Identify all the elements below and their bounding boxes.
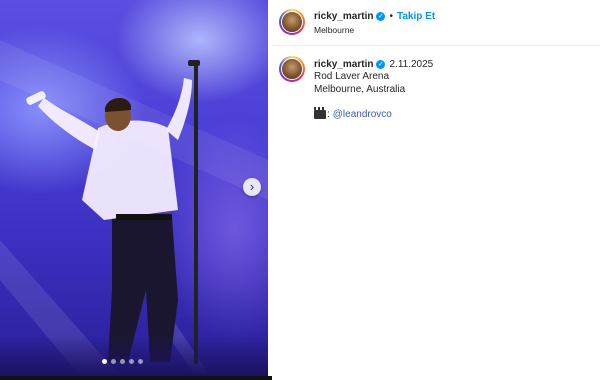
header-name-row: ricky_martin ✓ • Takip Et: [314, 11, 435, 22]
caption-header: ricky_martin ✓ 2.11.2025: [314, 59, 594, 70]
avatar[interactable]: [279, 9, 305, 35]
performer-illustration: [0, 40, 268, 376]
carousel-dot[interactable]: [129, 359, 134, 364]
location-link[interactable]: Melbourne: [314, 25, 354, 35]
avatar-image: [281, 58, 303, 80]
caption-body: ricky_martin ✓ 2.11.2025 Rod Laver Arena…: [314, 59, 594, 120]
carousel-dots: [102, 359, 143, 364]
caption-avatar[interactable]: [279, 56, 305, 82]
chevron-right-icon: ›: [249, 179, 255, 194]
post-header: ricky_martin ✓ • Takip Et Melbourne: [272, 0, 600, 46]
post-side-panel: ricky_martin ✓ • Takip Et Melbourne rick…: [272, 0, 600, 380]
mention-link[interactable]: @leandrovco: [333, 109, 392, 120]
photo-bottom-edge: [0, 376, 272, 380]
verified-badge-icon: ✓: [376, 60, 386, 69]
carousel-dot[interactable]: [120, 359, 125, 364]
avatar-image: [281, 11, 303, 33]
clapper-board-icon: [314, 107, 326, 119]
follow-button[interactable]: Takip Et: [397, 11, 435, 22]
verified-badge-icon: ✓: [376, 12, 386, 21]
post-photo[interactable]: ›: [0, 0, 268, 376]
caption-username-link[interactable]: ricky_martin: [314, 59, 373, 70]
credit-colon: :: [327, 109, 330, 120]
separator-dot: •: [389, 11, 393, 22]
carousel-dot[interactable]: [111, 359, 116, 364]
carousel-dot[interactable]: [102, 359, 107, 364]
carousel-dot[interactable]: [138, 359, 143, 364]
photo-credit: : @leandrovco: [314, 107, 594, 120]
caption-line: Melbourne, Australia: [314, 84, 406, 95]
caption-line: Rod Laver Arena: [314, 71, 390, 82]
post-date: 2.11.2025: [389, 59, 434, 70]
stage-floor: [0, 336, 268, 376]
carousel-next-button[interactable]: ›: [243, 178, 261, 196]
username-link[interactable]: ricky_martin: [314, 11, 373, 22]
